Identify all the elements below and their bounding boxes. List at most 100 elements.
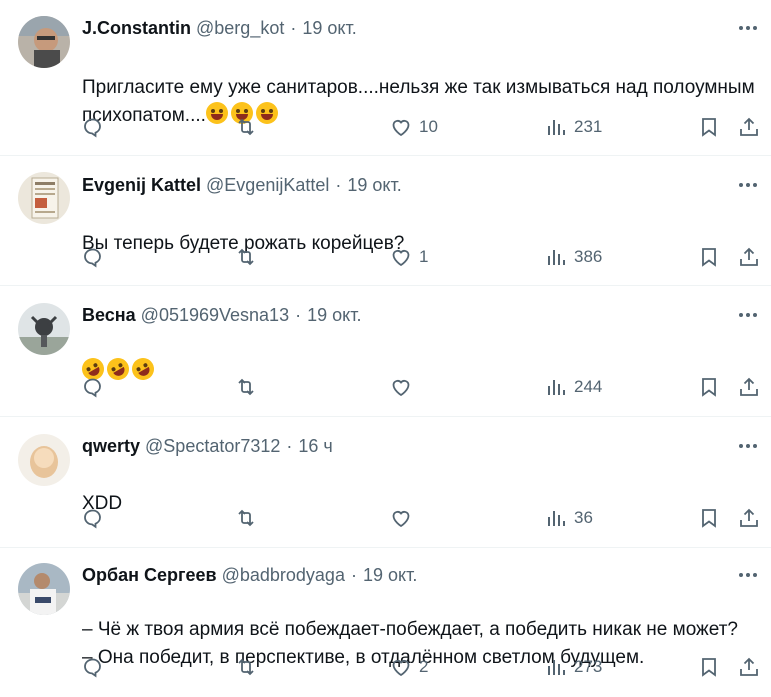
separator-dot: · xyxy=(286,435,293,456)
reply-icon xyxy=(84,118,101,138)
views-count: 36 xyxy=(574,508,593,527)
share-button[interactable] xyxy=(737,370,761,404)
reply-icon xyxy=(84,248,101,268)
avatar[interactable] xyxy=(18,16,70,68)
tweet-4[interactable]: qwerty @Spectator7312 · 16 ч XDD 36 xyxy=(0,417,771,548)
separator-dot: · xyxy=(290,17,297,38)
author-name[interactable]: Весна xyxy=(82,305,136,326)
timestamp[interactable]: 19 окт. xyxy=(363,565,417,586)
tweet-5[interactable]: Орбан Сергеев @badbrodyaga · 19 окт. – Ч… xyxy=(0,548,771,697)
like-count: 10 xyxy=(419,117,438,136)
reply-button[interactable] xyxy=(81,240,105,274)
more-button[interactable] xyxy=(735,434,761,458)
more-button[interactable] xyxy=(735,16,761,40)
retweet-button[interactable] xyxy=(234,650,258,684)
views-button[interactable]: 231 xyxy=(544,110,602,144)
views-button[interactable]: 273 xyxy=(544,650,602,684)
bookmark-icon xyxy=(702,118,716,137)
retweet-icon xyxy=(238,378,254,396)
share-icon xyxy=(740,247,758,266)
heart-icon xyxy=(392,660,410,677)
more-icon xyxy=(739,313,757,317)
more-icon xyxy=(739,183,757,187)
timestamp[interactable]: 19 окт. xyxy=(302,18,356,39)
like-button[interactable]: 1 xyxy=(389,240,428,274)
tweet-actions: 2 273 xyxy=(0,650,771,684)
author-handle[interactable]: @badbrodyaga xyxy=(222,565,345,586)
author-name[interactable]: J.Constantin xyxy=(82,18,191,39)
author-handle[interactable]: @Spectator7312 xyxy=(145,436,280,457)
avatar[interactable] xyxy=(18,303,70,355)
share-button[interactable] xyxy=(737,240,761,274)
share-button[interactable] xyxy=(737,650,761,684)
more-button[interactable] xyxy=(735,303,761,327)
tweet-actions: 244 xyxy=(0,370,771,404)
bookmark-icon xyxy=(702,509,716,528)
views-button[interactable]: 386 xyxy=(544,240,602,274)
tweet-header: Весна @051969Vesna13 · 19 окт. xyxy=(82,303,361,327)
bookmark-button[interactable] xyxy=(697,501,721,535)
heart-icon xyxy=(392,120,410,137)
views-button[interactable]: 36 xyxy=(544,501,593,535)
like-button[interactable] xyxy=(389,501,419,535)
author-handle[interactable]: @051969Vesna13 xyxy=(141,305,289,326)
share-button[interactable] xyxy=(737,501,761,535)
separator-dot: · xyxy=(335,174,342,195)
retweet-button[interactable] xyxy=(234,110,258,144)
reply-button[interactable] xyxy=(81,650,105,684)
heart-icon xyxy=(392,250,410,267)
more-button[interactable] xyxy=(735,563,761,587)
views-icon xyxy=(548,660,565,675)
bookmark-button[interactable] xyxy=(697,370,721,404)
bookmark-icon xyxy=(702,378,716,397)
avatar[interactable] xyxy=(18,434,70,486)
more-icon xyxy=(739,444,757,448)
avatar[interactable] xyxy=(18,172,70,224)
retweet-button[interactable] xyxy=(234,501,258,535)
more-button[interactable] xyxy=(735,173,761,197)
reply-button[interactable] xyxy=(81,110,105,144)
timestamp[interactable]: 19 окт. xyxy=(307,305,361,326)
like-button[interactable] xyxy=(389,370,419,404)
views-icon xyxy=(548,250,565,265)
tweet-header: Evgenij Kattel @EvgenijKattel · 19 окт. xyxy=(82,173,402,197)
share-button[interactable] xyxy=(737,110,761,144)
views-icon xyxy=(548,511,565,526)
author-name[interactable]: Орбан Сергеев xyxy=(82,565,217,586)
like-button[interactable]: 10 xyxy=(389,110,438,144)
share-icon xyxy=(740,377,758,396)
tweet-header: J.Constantin @berg_kot · 19 окт. xyxy=(82,16,357,40)
views-button[interactable]: 244 xyxy=(544,370,602,404)
bookmark-button[interactable] xyxy=(697,110,721,144)
bookmark-icon xyxy=(702,658,716,677)
author-name[interactable]: qwerty xyxy=(82,436,140,457)
reply-button[interactable] xyxy=(81,501,105,535)
tweet-2[interactable]: Evgenij Kattel @EvgenijKattel · 19 окт. … xyxy=(0,156,771,286)
tweet-actions: 36 xyxy=(0,501,771,535)
heart-icon xyxy=(392,380,410,397)
share-icon xyxy=(740,508,758,527)
retweet-icon xyxy=(238,509,254,527)
tweet-1[interactable]: J.Constantin @berg_kot · 19 окт. Приглас… xyxy=(0,0,771,156)
like-button[interactable]: 2 xyxy=(389,650,428,684)
reply-button[interactable] xyxy=(81,370,105,404)
reply-icon xyxy=(84,658,101,678)
retweet-button[interactable] xyxy=(234,370,258,404)
views-count: 273 xyxy=(574,657,603,676)
views-count: 231 xyxy=(574,117,603,136)
avatar[interactable] xyxy=(18,563,70,615)
author-handle[interactable]: @EvgenijKattel xyxy=(206,175,329,196)
author-handle[interactable]: @berg_kot xyxy=(196,18,284,39)
tweet-3[interactable]: Весна @051969Vesna13 · 19 окт. 244 xyxy=(0,286,771,417)
share-icon xyxy=(740,657,758,676)
bookmark-button[interactable] xyxy=(697,240,721,274)
tweet-header: Орбан Сергеев @badbrodyaga · 19 окт. xyxy=(82,563,417,587)
bookmark-button[interactable] xyxy=(697,650,721,684)
retweet-button[interactable] xyxy=(234,240,258,274)
heart-icon xyxy=(392,511,410,528)
author-name[interactable]: Evgenij Kattel xyxy=(82,175,201,196)
timestamp[interactable]: 19 окт. xyxy=(347,175,401,196)
share-icon xyxy=(740,117,758,136)
timestamp[interactable]: 16 ч xyxy=(298,436,332,457)
reply-icon xyxy=(84,509,101,529)
